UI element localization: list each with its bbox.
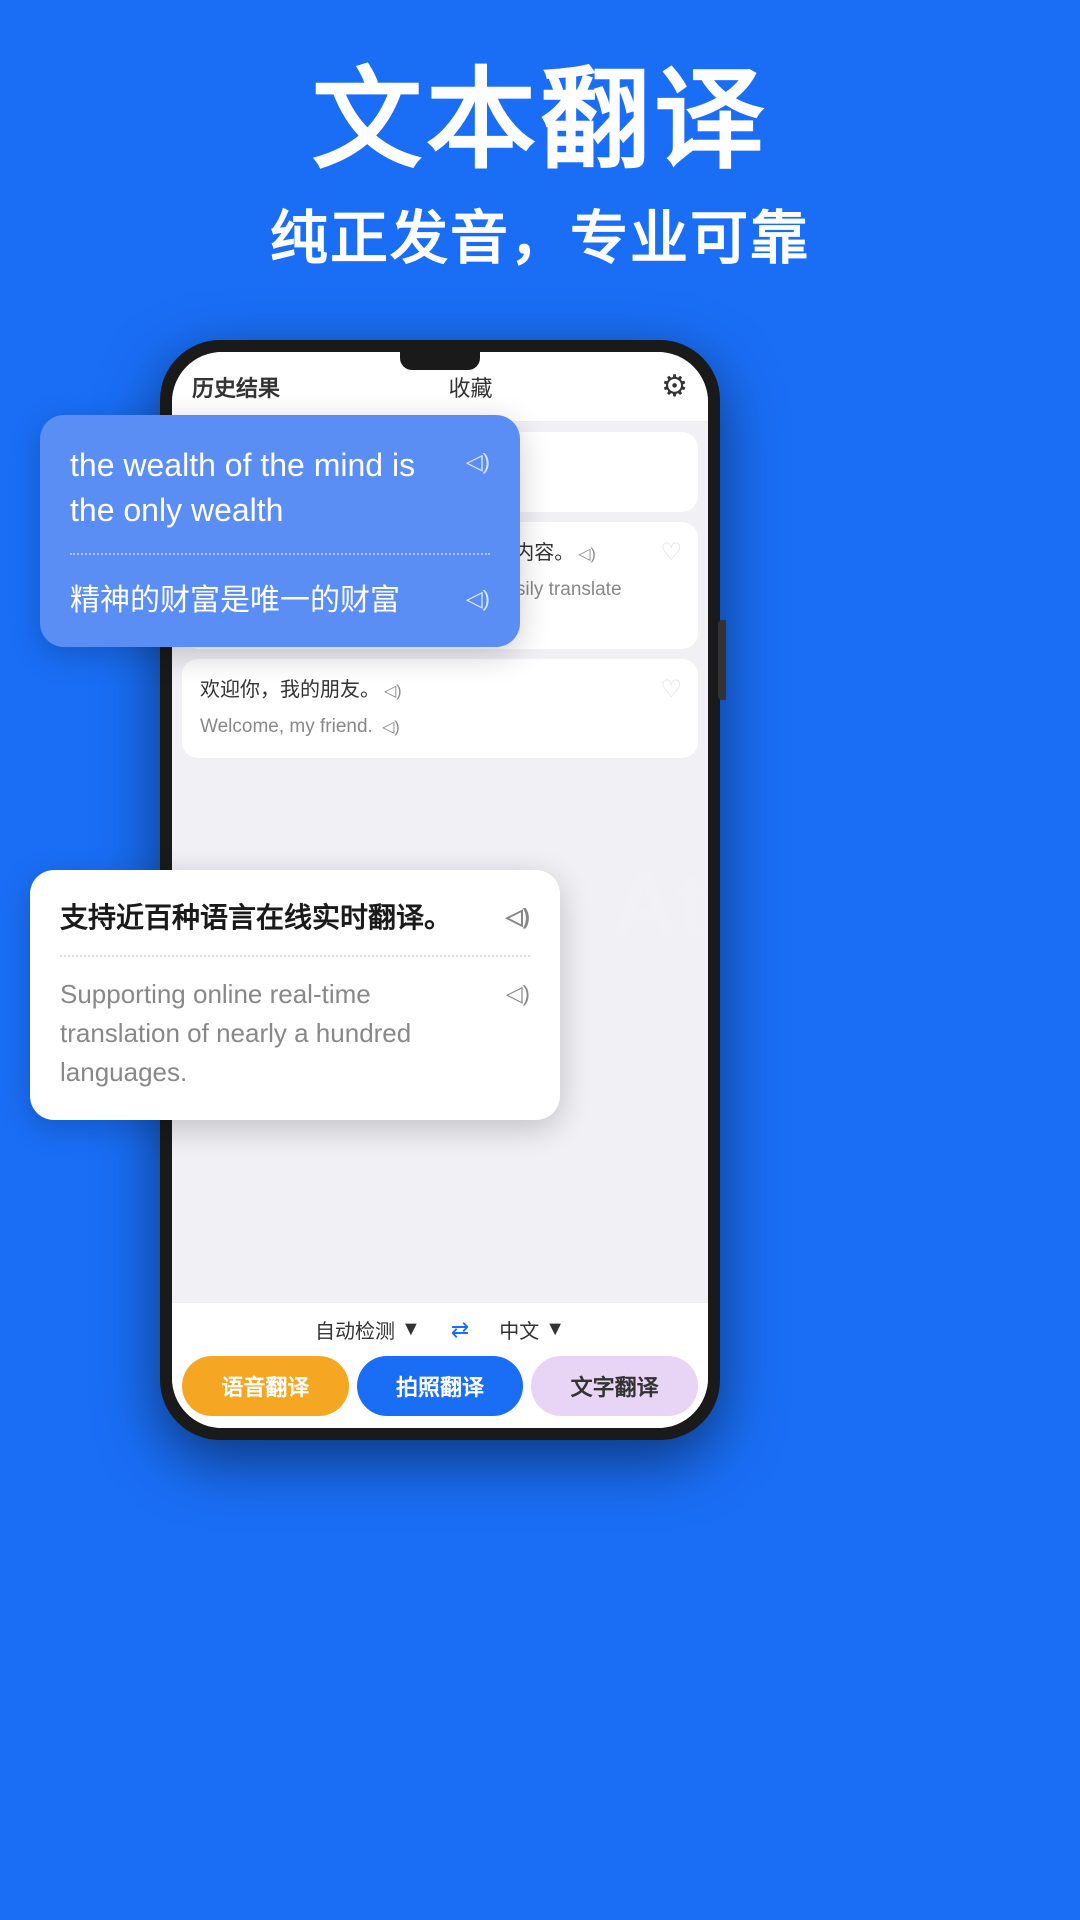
- source-text-2: 欢迎你，我的朋友。◁): [200, 675, 680, 705]
- swap-language-icon[interactable]: ⇄: [451, 1317, 469, 1343]
- phone-side-button: [718, 620, 726, 700]
- language-row: 自动检测 ▼ ⇄ 中文 ▼: [182, 1315, 698, 1344]
- history-tab[interactable]: 历史结果: [192, 371, 280, 403]
- target-language-selector[interactable]: 中文 ▼: [499, 1315, 565, 1344]
- phone-bottom-bar: 自动检测 ▼ ⇄ 中文 ▼ 语音翻译 拍照翻译 文字翻译: [172, 1302, 708, 1428]
- at-background-text: At: [612, 854, 707, 957]
- speaker-icon-3[interactable]: ◁): [384, 683, 402, 700]
- floating-translation-card-1: the wealth of the mind is the only wealt…: [40, 415, 520, 647]
- source-language-selector[interactable]: 自动检测 ▼: [315, 1315, 421, 1344]
- translation-item-2: ♡ 欢迎你，我的朋友。◁) Welcome, my friend. ◁): [182, 659, 698, 758]
- page-subtitle: 纯正发音，专业可靠: [0, 191, 1080, 275]
- page-title: 文本翻译: [0, 60, 1080, 181]
- voice-translate-button[interactable]: 语音翻译: [182, 1356, 349, 1416]
- action-buttons: 语音翻译 拍照翻译 文字翻译: [182, 1356, 698, 1416]
- float-card-1-target: 精神的财富是唯一的财富 ◁): [70, 575, 490, 619]
- target-text-2: Welcome, my friend. ◁): [200, 713, 680, 742]
- float-card-2-source: 支持近百种语言在线实时翻译。 ◁): [60, 898, 530, 937]
- float-card-2-speaker-icon[interactable]: ◁): [506, 902, 530, 933]
- settings-icon[interactable]: ⚙: [661, 369, 688, 404]
- text-translate-button[interactable]: 文字翻译: [531, 1356, 698, 1416]
- float-card-1-source: the wealth of the mind is the only wealt…: [70, 443, 490, 533]
- target-lang-arrow: ▼: [545, 1318, 565, 1341]
- speaker-icon-4[interactable]: ◁): [382, 719, 400, 736]
- source-lang-arrow: ▼: [401, 1318, 421, 1341]
- target-lang-label: 中文: [499, 1315, 539, 1344]
- header-area: 文本翻译 纯正发音，专业可靠: [0, 0, 1080, 305]
- float-card-1-target-speaker-icon[interactable]: ◁): [466, 586, 490, 612]
- float-card-2-target-speaker-icon[interactable]: ◁): [506, 977, 530, 1010]
- floating-translation-card-2: 支持近百种语言在线实时翻译。 ◁) Supporting online real…: [30, 870, 560, 1120]
- source-lang-label: 自动检测: [315, 1315, 395, 1344]
- float-card-1-speaker-icon[interactable]: ◁): [466, 447, 490, 478]
- float-card-1-divider: [70, 553, 490, 555]
- favorite-icon-2[interactable]: ♡: [660, 675, 682, 704]
- phone-notch: [400, 352, 480, 370]
- favorite-icon-1[interactable]: ♡: [660, 538, 682, 567]
- favorites-tab[interactable]: 收藏: [449, 371, 493, 403]
- float-card-2-target: Supporting online real-time translation …: [60, 975, 530, 1092]
- speaker-icon-1[interactable]: ◁): [578, 546, 596, 563]
- photo-translate-button[interactable]: 拍照翻译: [357, 1356, 524, 1416]
- float-card-2-divider: [60, 955, 530, 957]
